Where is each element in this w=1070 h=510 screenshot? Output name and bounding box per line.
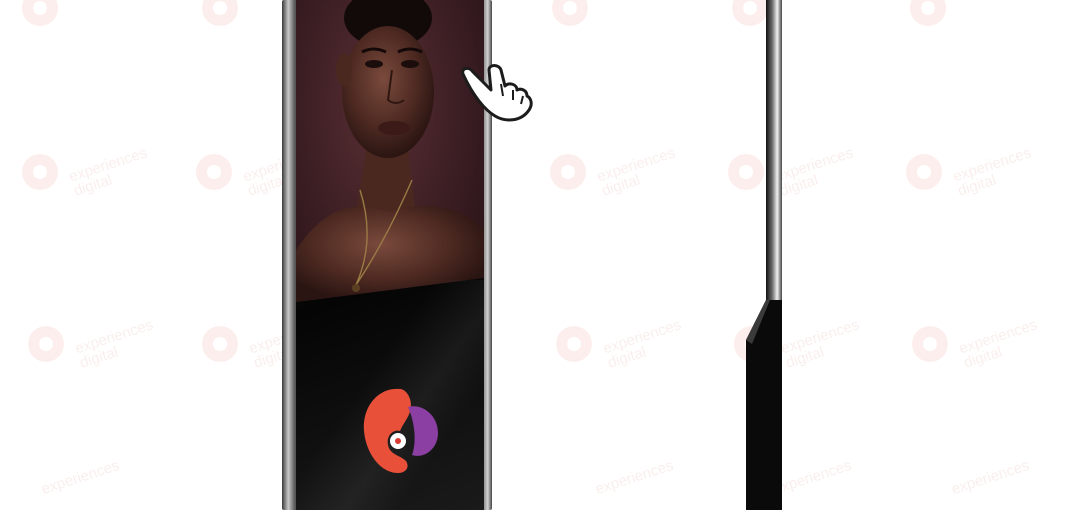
watermark-text: experiences <box>779 316 862 358</box>
watermark: experiencesdigital <box>24 316 157 372</box>
watermark: experiencesdigital <box>724 144 857 200</box>
ed-logo-icon <box>363 388 438 473</box>
watermark: experiencesdigital <box>546 144 679 200</box>
watermark-text: experiences <box>73 316 156 358</box>
watermark-text: experiences <box>67 144 150 186</box>
watermark-text: experiences <box>949 456 1032 499</box>
watermark <box>548 0 592 30</box>
watermark <box>906 0 950 30</box>
watermark-text: experiences <box>39 456 122 499</box>
watermark-text: experiences <box>595 144 678 186</box>
ed-logo-icon <box>202 0 238 26</box>
watermark: experiencesdigital <box>902 144 1035 200</box>
watermark: experiencesdigital <box>908 316 1041 372</box>
ed-logo-icon <box>910 0 946 26</box>
ed-logo-icon <box>28 326 64 362</box>
ed-logo-icon <box>196 154 232 190</box>
watermark-text: experiences <box>957 316 1040 358</box>
watermark: experiences <box>771 457 853 498</box>
watermark: experiences <box>39 457 121 498</box>
watermark <box>18 0 62 30</box>
watermark: experiences <box>949 457 1031 498</box>
ed-logo-icon <box>202 326 238 362</box>
watermark-text: experiences <box>601 316 684 358</box>
watermark-text: digital <box>777 171 821 200</box>
watermark-text: digital <box>955 171 999 200</box>
ed-logo-icon <box>22 0 58 26</box>
watermark-text: digital <box>77 343 121 372</box>
ed-logo-icon <box>550 154 586 190</box>
watermark-text: experiences <box>951 144 1034 186</box>
watermark <box>198 0 242 30</box>
ed-logo-icon <box>552 0 588 26</box>
watermark-text: digital <box>599 171 643 200</box>
kiosk-side-base <box>746 300 782 510</box>
watermark: experiencesdigital <box>18 144 151 200</box>
pointing-hand-icon <box>461 64 533 122</box>
watermark-text: digital <box>783 343 827 372</box>
watermark-text: experiences <box>773 144 856 186</box>
ed-logo-icon <box>728 154 764 190</box>
portrait-photo <box>296 0 484 302</box>
ed-logo-icon <box>906 154 942 190</box>
portrait-illustration <box>296 0 484 302</box>
watermark: experiencesdigital <box>552 316 685 372</box>
watermark: experiences <box>593 457 675 498</box>
ed-logo-icon <box>912 326 948 362</box>
watermark-text: digital <box>961 343 1005 372</box>
watermark-text: digital <box>71 171 115 200</box>
watermark-text: digital <box>605 343 649 372</box>
watermark-text: experiences <box>593 456 676 499</box>
watermark-text: experiences <box>771 456 854 499</box>
ed-logo-icon <box>556 326 592 362</box>
ed-logo-icon <box>22 154 58 190</box>
